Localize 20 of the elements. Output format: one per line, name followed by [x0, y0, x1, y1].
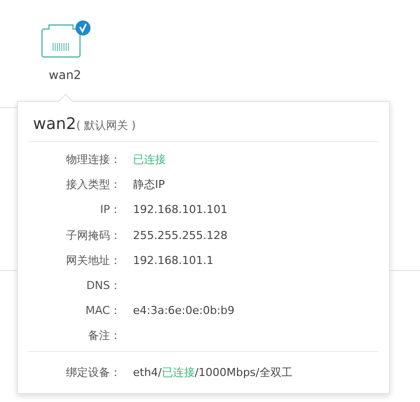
field-label: 网关地址： [65, 252, 121, 268]
field-label: 备注： [87, 328, 121, 344]
field-value: 已连接 [133, 152, 167, 168]
field-label: 接入类型： [65, 177, 121, 192]
field-label: IP： [99, 202, 121, 218]
popover-title: wan2 [33, 114, 76, 133]
port-label: wan2 [48, 68, 82, 82]
field-label: 子网掩码： [65, 228, 121, 243]
field-value: e4:3a:6e:0e:0b:b9 [133, 304, 236, 318]
ethernet-port-icon[interactable] [41, 24, 81, 58]
popover-subtitle: ( 默认网关 ) [76, 118, 136, 133]
field-value: 静态IP [133, 177, 166, 192]
field-value: 255.255.255.128 [133, 228, 228, 242]
field-label: DNS： [85, 278, 121, 294]
field-label: 绑定设备： [65, 365, 121, 380]
field-value: 192.168.101.101 [133, 203, 228, 216]
field-label: 物理连接： [65, 152, 121, 168]
field-value: 192.168.101.1 [133, 254, 214, 267]
field-label: MAC： [84, 303, 121, 318]
field-value: eth4/已连接/1000Mbps/全双工 [133, 365, 294, 380]
